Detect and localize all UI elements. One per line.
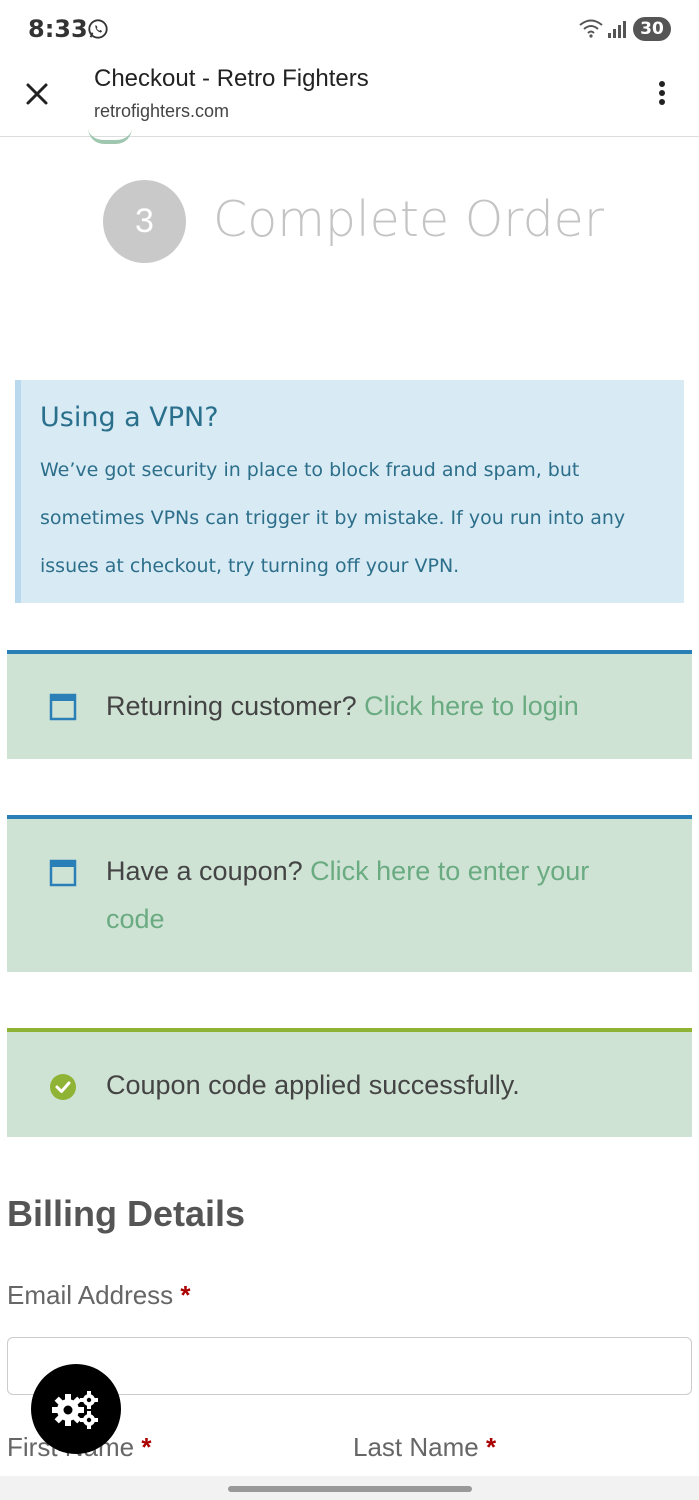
- whatsapp-icon: [88, 19, 108, 39]
- coupon-notice-text: Have a coupon? Click here to enter your …: [106, 847, 646, 943]
- login-link[interactable]: Click here to login: [364, 691, 579, 721]
- previous-step-marker: [88, 128, 132, 144]
- wifi-icon: [579, 19, 603, 38]
- vpn-notice-heading: Using a VPN?: [40, 402, 219, 433]
- last-name-label-text: Last Name: [353, 1432, 479, 1462]
- more-vert-icon[interactable]: [650, 78, 674, 108]
- battery-icon: 30: [633, 17, 671, 41]
- vpn-notice: Using a VPN? We’ve got security in place…: [15, 380, 684, 603]
- check-circle-icon: [50, 1074, 76, 1100]
- coupon-success-message: Coupon code applied successfully.: [106, 1070, 520, 1100]
- step-number: 3: [103, 180, 186, 263]
- email-label-text: Email Address: [7, 1280, 174, 1310]
- last-name-label: Last Name *: [353, 1432, 496, 1463]
- required-marker: *: [141, 1432, 152, 1462]
- login-notice-text: Returning customer? Click here to login: [106, 682, 646, 730]
- status-time: 8:33: [28, 15, 88, 43]
- settings-fab[interactable]: [31, 1364, 121, 1454]
- window-icon: [49, 859, 77, 887]
- step-title: Complete Order: [213, 191, 604, 248]
- coupon-success-notice: Coupon code applied successfully.: [7, 1028, 692, 1137]
- vpn-notice-body: We’ve got security in place to block fra…: [40, 459, 626, 577]
- required-marker: *: [180, 1280, 191, 1310]
- page-domain: retrofighters.com: [94, 101, 230, 121]
- page-title: Checkout - Retro Fighters: [94, 65, 369, 92]
- login-notice: Returning customer? Click here to login: [7, 650, 692, 759]
- close-icon[interactable]: [22, 79, 52, 109]
- home-gesture-handle[interactable]: [228, 1486, 472, 1492]
- window-icon: [49, 693, 77, 721]
- required-marker: *: [485, 1432, 497, 1462]
- signal-icon: [608, 21, 626, 38]
- status-bar: 8:33 30: [0, 0, 699, 58]
- coupon-prompt: Have a coupon?: [106, 856, 303, 886]
- custom-tab-toolbar: Checkout - Retro Fighters retrofighters.…: [0, 58, 699, 137]
- login-prompt: Returning customer?: [106, 691, 357, 721]
- coupon-notice: Have a coupon? Click here to enter your …: [7, 815, 692, 972]
- email-label: Email Address *: [7, 1280, 191, 1311]
- gears-icon: [52, 1391, 98, 1429]
- billing-heading: Billing Details: [7, 1193, 246, 1234]
- navigation-bar: [0, 1476, 699, 1500]
